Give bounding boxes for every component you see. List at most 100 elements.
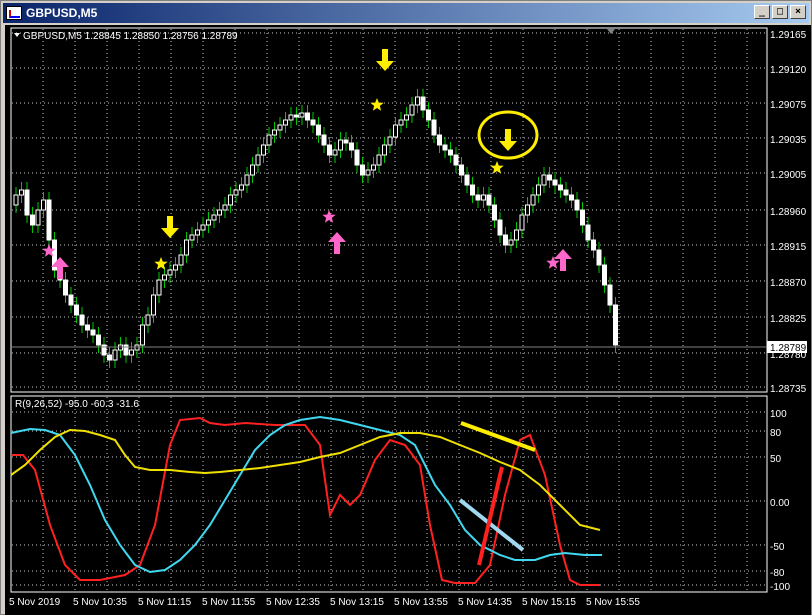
candle-body (156, 279, 162, 296)
candle-body (272, 129, 277, 136)
candle-body (459, 164, 464, 176)
candle-body (217, 209, 222, 216)
candle-body (294, 114, 299, 118)
candle-body (46, 199, 52, 241)
candle-body (250, 164, 255, 176)
candle-body (321, 134, 327, 146)
candle-body (541, 174, 547, 186)
candle-body (244, 174, 250, 186)
candle-body (167, 269, 173, 276)
candle-body (519, 214, 525, 231)
candle-body (442, 144, 448, 151)
title-bar[interactable]: GBPUSD,M5 _ □ × (3, 3, 809, 23)
level-label: 0.00 (770, 498, 790, 509)
candle-body (266, 134, 272, 146)
price-label: 1.29005 (770, 170, 807, 181)
candle-body (585, 224, 591, 241)
minimize-button[interactable]: _ (754, 5, 770, 19)
price-label: 1.29120 (770, 65, 807, 76)
candle-body (189, 234, 195, 241)
candle-body (35, 209, 41, 226)
candle-body (602, 264, 607, 286)
indicator-info-text: R(9,26,52) -95.0 -60.3 -31.6 (15, 399, 139, 410)
candle-body (563, 189, 569, 196)
price-axis: 1.29165 1.29120 1.29075 1.29035 1.29005 … (11, 30, 807, 395)
candle-body (195, 229, 200, 236)
candle-body (404, 114, 409, 121)
candle-body (79, 314, 85, 326)
candle-body (558, 184, 563, 191)
price-chart-canvas[interactable]: GBPUSD,M5 1.28845 1.28850 1.28756 1.2878… (5, 25, 811, 615)
level-label: 50 (770, 454, 782, 465)
candle-body (613, 304, 618, 346)
candle-body (475, 194, 481, 201)
candle-body (151, 294, 156, 316)
candle-body (332, 149, 338, 156)
candle-body (387, 136, 393, 146)
up-arrow-icon (328, 232, 346, 254)
terminal-window: GBPUSD,M5 _ □ × GBPUSD,M5 1.28845 1.2885… (0, 0, 812, 615)
time-label: 5 Nov 10:35 (73, 597, 127, 608)
candle-body (525, 204, 530, 216)
candle-body (41, 199, 46, 211)
candle-body (96, 334, 101, 346)
candle-body (607, 284, 613, 306)
candle-body (580, 209, 585, 226)
candle-body (145, 314, 151, 326)
indicator-panel-frame (10, 395, 768, 593)
candle-body (503, 234, 508, 246)
candle-body (13, 194, 19, 206)
candle-body (591, 239, 596, 251)
candle-body (184, 239, 189, 256)
down-arrow-icon (499, 129, 517, 151)
chart-area[interactable]: GBPUSD,M5 1.28845 1.28850 1.28756 1.2878… (5, 25, 811, 615)
candle-body (90, 329, 96, 336)
down-arrow-icon (376, 49, 394, 71)
time-axis: 5 Nov 2019 5 Nov 10:35 5 Nov 11:15 5 Nov… (9, 597, 640, 608)
candle-body (574, 199, 580, 211)
star-icon (490, 161, 504, 174)
chart-menu-triangle-icon[interactable] (14, 33, 20, 37)
price-label-top: 1.29165 (770, 30, 807, 41)
candle-body (431, 119, 437, 136)
price-label: 1.29075 (770, 100, 807, 111)
candle-body (514, 229, 519, 241)
candle-body (409, 104, 415, 116)
candle-body (354, 149, 360, 166)
time-label: 5 Nov 11:15 (138, 597, 192, 608)
candle-body (277, 124, 283, 131)
close-button[interactable]: × (790, 5, 806, 19)
candle-body (283, 119, 288, 126)
price-label: 1.28960 (770, 207, 807, 218)
level-label: -80 (770, 568, 785, 579)
candle-body (228, 194, 233, 206)
time-label: 5 Nov 2019 (9, 597, 61, 608)
candle-body (448, 149, 453, 156)
time-label: 5 Nov 12:35 (266, 597, 320, 608)
maximize-button[interactable]: □ (772, 5, 788, 19)
candle-body (492, 204, 497, 221)
candle-body (63, 279, 68, 296)
candle-body (508, 239, 514, 246)
candle-body (200, 224, 206, 231)
price-label: 1.29035 (770, 135, 807, 146)
candle-body (85, 324, 90, 331)
candle-body (371, 164, 376, 171)
level-label: -50 (770, 542, 785, 553)
candle-body (74, 304, 79, 316)
candle-body (299, 112, 305, 118)
candle-body (349, 142, 354, 151)
candle-body (310, 119, 316, 126)
current-price-text: 1.28789 (770, 343, 807, 354)
candle-body (288, 114, 294, 121)
candle-body (178, 254, 184, 266)
candle-body (360, 164, 365, 176)
chart-window-icon (6, 6, 22, 20)
time-label: 5 Nov 11:55 (202, 597, 256, 608)
star-icon (322, 210, 336, 223)
level-label: 80 (770, 428, 782, 439)
candles-group (13, 89, 618, 368)
indicator-axis: 100 80 50 0.00 -50 -80 -100 (770, 409, 790, 593)
candle-body (552, 179, 558, 186)
candle-body (486, 194, 492, 206)
